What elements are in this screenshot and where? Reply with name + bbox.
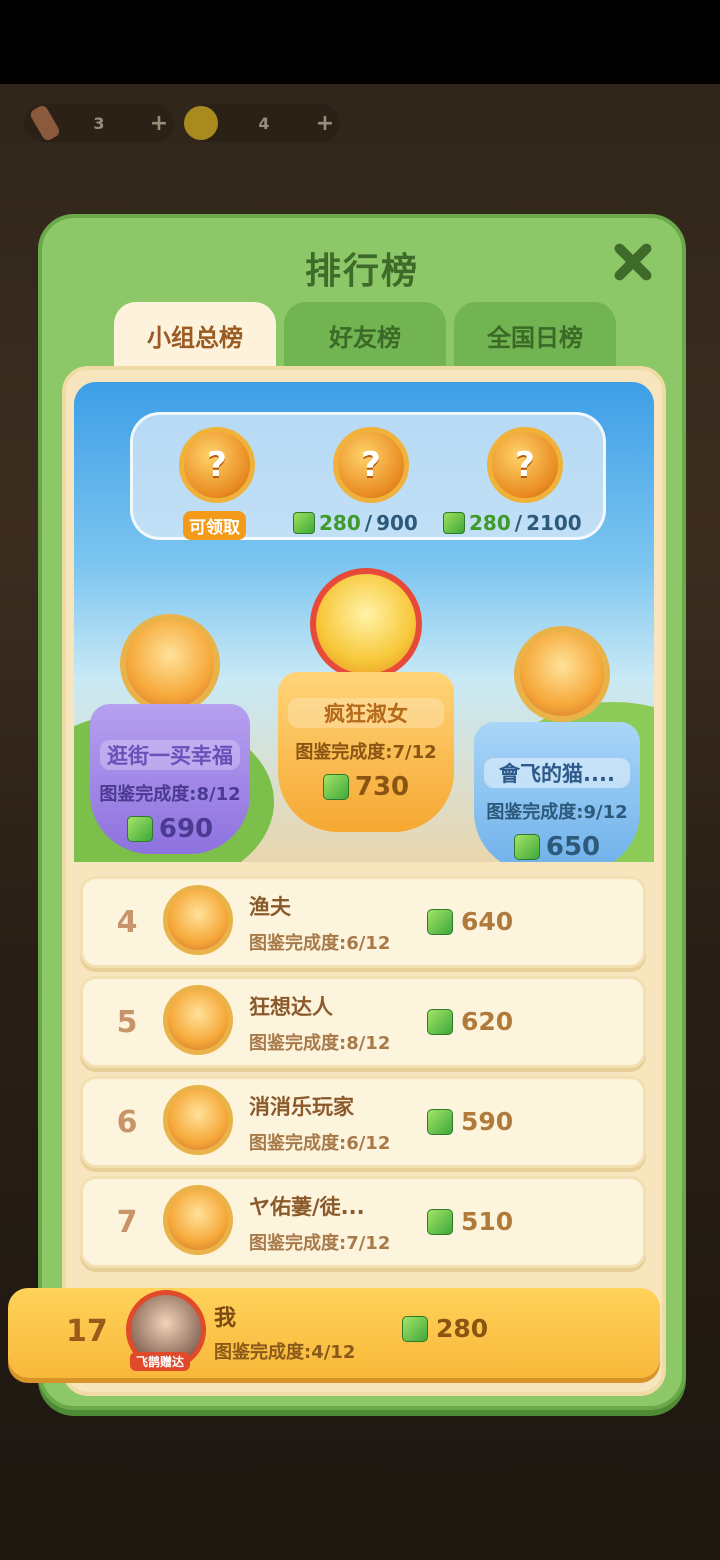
close-icon[interactable]	[610, 240, 654, 284]
carousel-avatar	[310, 568, 422, 680]
coin-icon	[184, 106, 218, 140]
avatar	[514, 626, 610, 722]
reward-2-progress: 280/900	[293, 511, 418, 535]
score: 280	[402, 1314, 488, 1343]
collection-progress: 图鉴完成度:6/12	[249, 933, 391, 954]
reward-1-label: 可领取	[183, 511, 246, 540]
player-name: 疯狂淑女	[288, 698, 444, 728]
leaderboard-panel: 排行榜 小组总榜 好友榜 全国日榜 ? ? ? 可领取 280 / 900 28…	[8, 214, 686, 1410]
rank-number: 17	[66, 1314, 108, 1349]
score: 650	[474, 832, 640, 862]
reward-chest-3[interactable]: ?	[487, 427, 563, 503]
score: 590	[427, 1107, 513, 1136]
player-name: 狂想达人	[249, 995, 333, 1019]
reward-chest-1[interactable]: ?	[179, 427, 255, 503]
resource-pill-hammer[interactable]: 3 +	[24, 103, 174, 143]
panel-title: 排行榜	[304, 251, 419, 292]
podium-card: 疯狂淑女 图鉴完成度:7/12 730	[278, 672, 454, 832]
podium-card: 會飞的猫.... 图鉴完成度:9/12 650	[474, 722, 640, 862]
player-name: ヤ佑萋/徒...	[249, 1195, 365, 1219]
rank-number: 6	[116, 1105, 138, 1140]
claimable-badge: 可领取	[183, 511, 246, 540]
hammer-count: 3	[93, 113, 105, 133]
cube-icon	[126, 816, 153, 842]
collection-progress: 图鉴完成度:6/12	[249, 1133, 391, 1154]
collection-progress: 图鉴完成度:8/12	[249, 1033, 391, 1054]
resource-pill-coin[interactable]: 4 +	[184, 104, 340, 142]
cube-icon	[427, 1008, 453, 1035]
cube-icon	[427, 1208, 453, 1235]
leaderboard-content: ? ? ? 可领取 280/900 280/2100 逛街一买幸福 图鉴完成度:…	[62, 366, 666, 1396]
rank-number: 5	[116, 1005, 138, 1040]
score: 730	[278, 772, 454, 802]
score: 690	[90, 814, 250, 844]
collection-progress: 图鉴完成度:4/12	[214, 1342, 356, 1363]
collection-progress: 图鉴完成度:8/12	[99, 784, 241, 805]
avatar	[120, 614, 220, 714]
tab-friends[interactable]: 好友榜	[284, 302, 446, 368]
list-item[interactable]: 5 狂想达人 图鉴完成度:8/12 620	[80, 976, 646, 1068]
cube-icon	[322, 774, 349, 800]
list-item[interactable]: 6 消消乐玩家 图鉴完成度:6/12 590	[80, 1076, 646, 1168]
avatar	[163, 1185, 233, 1255]
player-name: 會飞的猫....	[484, 758, 630, 788]
reward-chest-2[interactable]: ?	[333, 427, 409, 503]
collection-progress: 图鉴完成度:7/12	[249, 1233, 391, 1254]
avatar	[163, 985, 233, 1055]
avatar	[163, 1085, 233, 1155]
tab-national-daily[interactable]: 全国日榜	[454, 302, 616, 368]
add-coin-button[interactable]: +	[310, 111, 340, 136]
score: 620	[427, 1007, 513, 1036]
rank-number: 7	[116, 1205, 138, 1240]
cube-icon	[427, 1108, 453, 1135]
tab-bar: 小组总榜 好友榜 全国日榜	[114, 302, 616, 368]
collection-progress: 图鉴完成度:9/12	[486, 802, 628, 823]
reward-3-progress: 280/2100	[443, 511, 582, 535]
rank-number: 4	[116, 905, 138, 940]
my-rank-row[interactable]: 17 飞鹊赠达 我 图鉴完成度:4/12 280	[8, 1288, 660, 1378]
player-name: 逛街一买幸福	[100, 740, 240, 770]
avatar-badge: 飞鹊赠达	[130, 1352, 191, 1371]
player-name: 消消乐玩家	[249, 1095, 354, 1119]
list-item[interactable]: 4 渔夫 图鉴完成度:6/12 640	[80, 876, 646, 968]
reward-progress-bar: ? ? ? 可领取 280/900 280/2100	[130, 412, 606, 540]
cube-icon	[402, 1315, 428, 1342]
ranking-list: 4 渔夫 图鉴完成度:6/12 640 5 狂想达人 图鉴完成度:8/12 62…	[80, 876, 646, 1276]
player-name: 我	[214, 1306, 237, 1331]
cube-icon	[443, 512, 465, 534]
player-name: 渔夫	[249, 895, 291, 919]
avatar	[163, 885, 233, 955]
coin-count: 4	[258, 113, 270, 133]
add-hammer-button[interactable]: +	[144, 111, 174, 136]
collection-progress: 图鉴完成度:7/12	[295, 742, 437, 763]
score: 510	[427, 1207, 513, 1236]
score: 640	[427, 907, 513, 936]
cube-icon	[513, 834, 540, 860]
tab-group-total[interactable]: 小组总榜	[114, 302, 276, 368]
podium-card: 逛街一买幸福 图鉴完成度:8/12 690	[90, 704, 250, 854]
cube-icon	[293, 512, 315, 534]
list-item[interactable]: 7 ヤ佑萋/徒... 图鉴完成度:7/12 510	[80, 1176, 646, 1268]
cube-icon	[427, 908, 453, 935]
podium-banner: ? ? ? 可领取 280/900 280/2100 逛街一买幸福 图鉴完成度:…	[74, 382, 654, 862]
